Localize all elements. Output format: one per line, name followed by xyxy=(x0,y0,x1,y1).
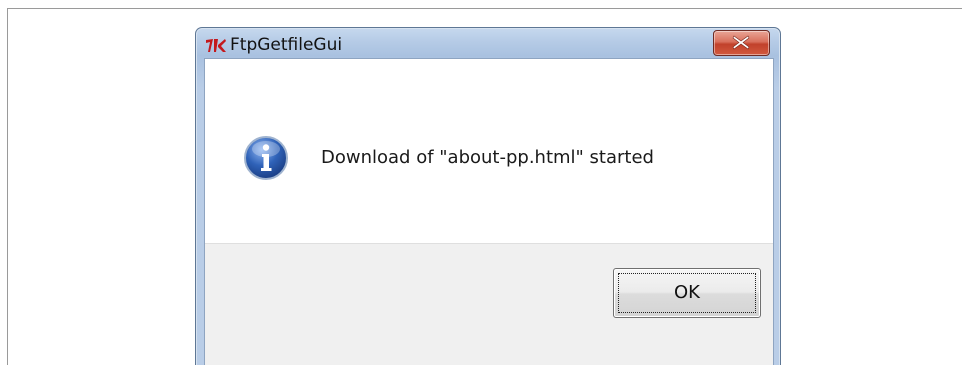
background-frame-left-border xyxy=(7,8,8,365)
close-button[interactable] xyxy=(713,30,770,56)
message-area: Download of "about-pp.html" started xyxy=(205,59,773,243)
tk-feather-icon xyxy=(205,37,227,53)
background-frame-top-border xyxy=(7,8,962,9)
button-panel: OK xyxy=(205,243,773,365)
dialog-titlebar[interactable]: FtpGetfileGui xyxy=(196,28,780,58)
message-dialog: FtpGetfileGui Download of "about-pp.html… xyxy=(195,27,781,365)
info-icon xyxy=(243,135,289,181)
ok-button[interactable]: OK xyxy=(613,268,761,318)
dialog-title: FtpGetfileGui xyxy=(230,35,343,55)
ok-button-label: OK xyxy=(674,282,700,303)
dialog-client-area: Download of "about-pp.html" started OK xyxy=(204,58,774,365)
close-icon xyxy=(732,35,750,50)
message-text: Download of "about-pp.html" started xyxy=(321,147,654,168)
screen: FtpGetfileGui Download of "about-pp.html… xyxy=(0,0,962,365)
